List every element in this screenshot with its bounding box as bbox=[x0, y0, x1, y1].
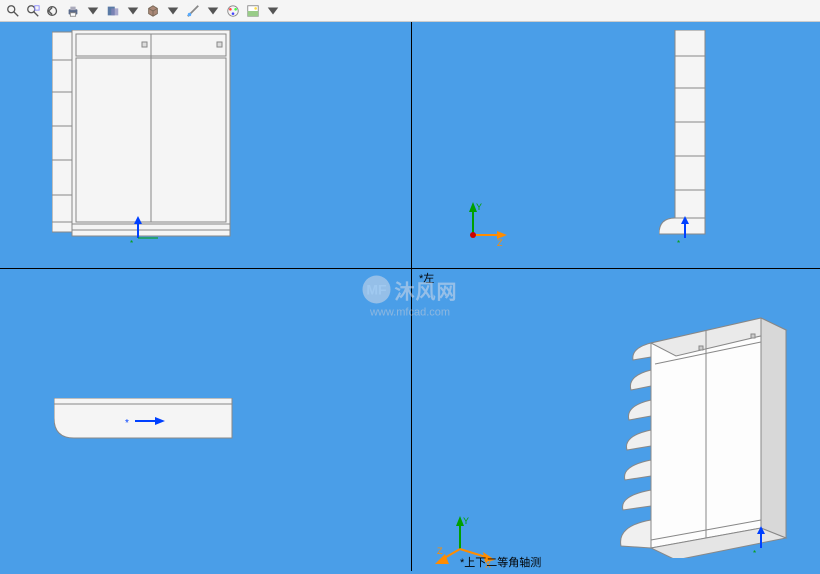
viewport: * Y bbox=[0, 22, 820, 571]
svg-text:*: * bbox=[753, 549, 756, 556]
appearance-icon[interactable] bbox=[224, 2, 242, 20]
pane-front[interactable]: * bbox=[0, 22, 411, 268]
measure-icon[interactable] bbox=[184, 2, 202, 20]
zoom-area-icon[interactable] bbox=[4, 2, 22, 20]
zoom-fit-icon[interactable] bbox=[24, 2, 42, 20]
origin-marker: * bbox=[130, 216, 170, 251]
divider-vertical[interactable] bbox=[411, 22, 412, 571]
model-iso bbox=[591, 298, 791, 558]
dropdown-icon[interactable] bbox=[164, 2, 182, 20]
view-label-iso: *上下二等角轴测 bbox=[460, 554, 541, 570]
divider-horizontal[interactable] bbox=[0, 268, 820, 269]
coord-triad-yz: Y Z bbox=[453, 200, 513, 255]
cube-icon[interactable] bbox=[144, 2, 162, 20]
section-icon[interactable] bbox=[104, 2, 122, 20]
model-front bbox=[52, 30, 232, 238]
dropdown-icon[interactable] bbox=[204, 2, 222, 20]
axis-y-label: Y bbox=[463, 516, 469, 526]
scene-icon[interactable] bbox=[244, 2, 262, 20]
dropdown-icon[interactable] bbox=[84, 2, 102, 20]
toolbar bbox=[0, 0, 820, 22]
dropdown-icon[interactable] bbox=[264, 2, 282, 20]
pane-left[interactable]: Y Z * bbox=[411, 22, 820, 268]
view-label-left: *左 bbox=[419, 270, 434, 286]
axis-z-label: Z bbox=[437, 546, 443, 556]
model-side bbox=[659, 30, 715, 238]
zoom-prev-icon[interactable] bbox=[44, 2, 62, 20]
svg-text:*: * bbox=[130, 239, 133, 246]
pane-isometric[interactable]: Y X Z * bbox=[411, 268, 820, 571]
origin-marker: * bbox=[677, 216, 707, 251]
svg-text:*: * bbox=[677, 239, 680, 246]
dropdown-icon[interactable] bbox=[124, 2, 142, 20]
pane-top[interactable]: * bbox=[0, 268, 411, 571]
print-icon[interactable] bbox=[64, 2, 82, 20]
axis-z-label: Z bbox=[497, 238, 503, 248]
svg-text:*: * bbox=[125, 418, 129, 429]
origin-marker: * bbox=[753, 526, 783, 561]
axis-y-label: Y bbox=[476, 202, 482, 212]
origin-marker: * bbox=[125, 406, 165, 441]
